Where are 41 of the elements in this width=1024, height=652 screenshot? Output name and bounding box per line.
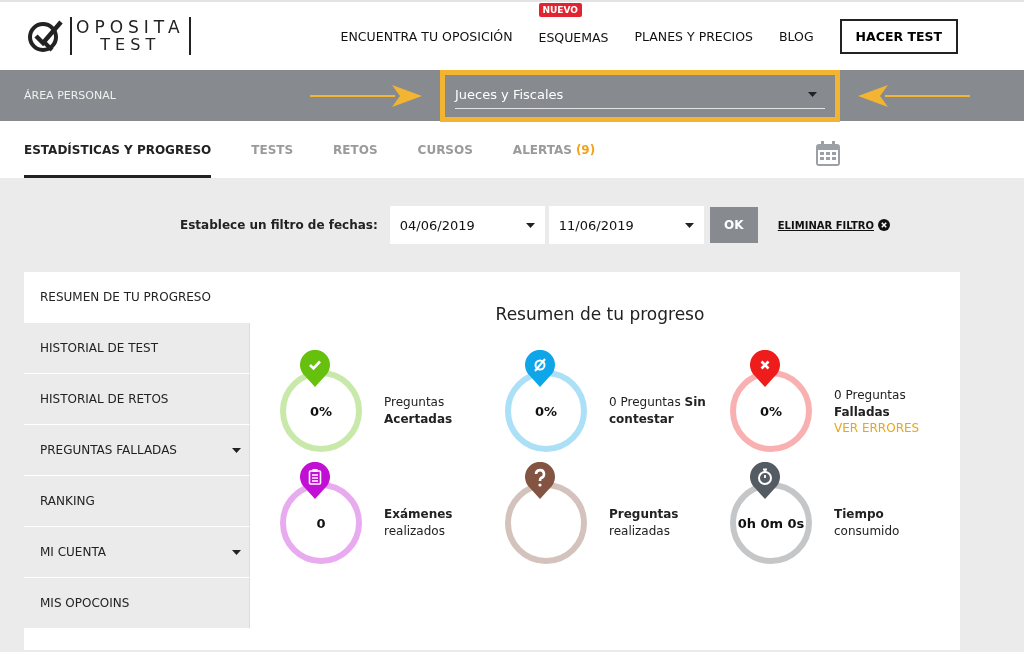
date-field[interactable]: 04/06/2019 xyxy=(389,206,545,244)
sidebar-item[interactable]: MI CUENTA xyxy=(24,527,250,578)
stat-label: Exámenes realizados xyxy=(384,506,454,540)
stat-value: 0 xyxy=(316,515,326,531)
sidebar-item[interactable]: HISTORIAL DE RETOS xyxy=(24,374,250,425)
close-icon xyxy=(877,219,890,231)
caret-icon xyxy=(525,222,535,228)
hacer-test-button[interactable]: HACER TEST xyxy=(839,18,958,54)
logo-text: OPOSITA xyxy=(76,19,185,36)
caret-icon xyxy=(684,222,694,228)
sidebar-item[interactable]: HISTORIAL DE TEST xyxy=(24,323,250,374)
new-badge: NUEVO xyxy=(538,2,582,17)
calendar-icon xyxy=(815,141,842,167)
summary-title: Resumen de tu progreso xyxy=(494,304,706,324)
sidebar-item[interactable]: PREGUNTAS FALLADAS xyxy=(24,425,250,476)
nav-link[interactable]: ESQUEMAS xyxy=(538,29,609,45)
arrow-icon xyxy=(858,84,970,107)
stat-label: Preguntas realizadas xyxy=(609,506,680,540)
stat-value: 0% xyxy=(759,403,783,419)
caret-icon xyxy=(232,549,241,555)
tab[interactable]: ESTADÍSTICAS Y PROGRESO xyxy=(24,121,212,178)
area-title: ÁREA PERSONAL xyxy=(24,89,117,102)
caret-icon xyxy=(808,91,817,97)
date-field[interactable]: 11/06/2019 xyxy=(548,206,704,244)
filter-label: Establece un filtro de fechas: xyxy=(180,218,378,232)
caret-icon xyxy=(232,447,241,453)
nav-link[interactable]: PLANES Y PRECIOS xyxy=(634,28,753,44)
stat-value: 0% xyxy=(309,403,333,419)
sidebar-item[interactable]: MIS OPOCOINS xyxy=(24,578,250,629)
arrow-icon xyxy=(310,84,422,107)
stat-label: Tiempo consumido xyxy=(834,506,901,540)
logo-text: TEST xyxy=(100,36,161,53)
stat-value: 0h 0m 0s xyxy=(737,515,805,531)
stat-label: 0 Preguntas Sin contestar xyxy=(609,394,707,428)
sidebar-item[interactable]: RANKING xyxy=(24,476,250,527)
stat-label: Preguntas Acertadas xyxy=(384,394,454,428)
nav-link[interactable]: BLOG xyxy=(778,28,814,44)
nav-link[interactable]: ENCUENTRA TU OPOSICIÓN xyxy=(340,28,513,44)
stat-value: 0% xyxy=(534,403,558,419)
clear-filter-link[interactable]: ELIMINAR FILTRO xyxy=(777,219,874,231)
stat-label: 0 Preguntas Falladas xyxy=(834,387,907,421)
